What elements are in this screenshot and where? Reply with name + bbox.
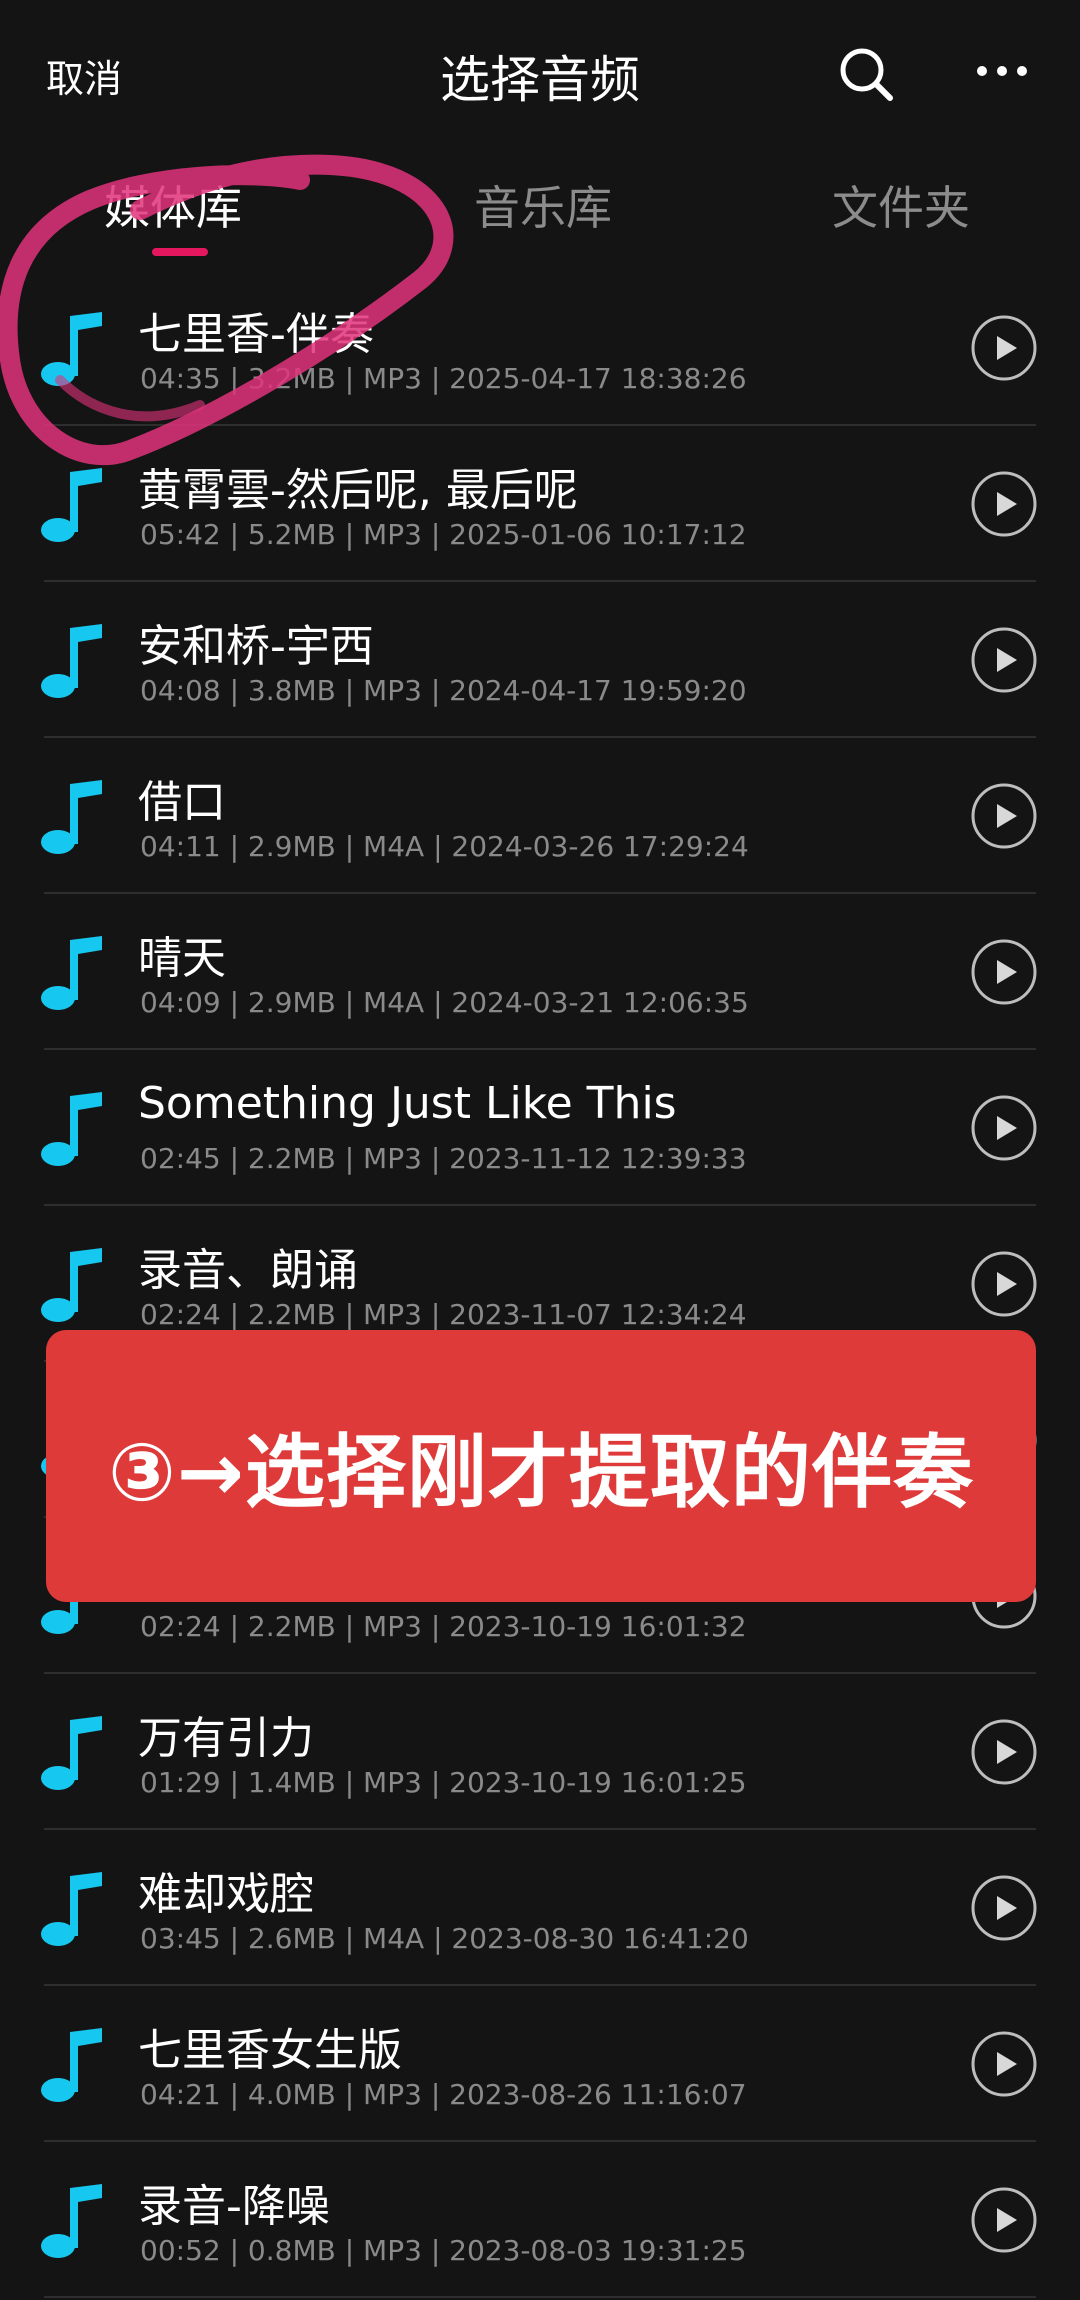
play-button[interactable]	[970, 2186, 1038, 2254]
active-tab-indicator	[152, 248, 208, 256]
play-icon	[971, 783, 1037, 849]
music-note-icon	[40, 2028, 106, 2106]
song-row[interactable]: 录音-降噪 00:52 | 0.8MB | MP3 | 2023-08-03 19…	[0, 2142, 1080, 2298]
music-note-icon	[40, 468, 106, 546]
music-note-icon	[40, 780, 106, 858]
music-note-icon	[40, 2184, 106, 2262]
song-meta: 00:52 | 0.8MB | MP3 | 2023-08-03 19:31:2…	[140, 2234, 747, 2267]
song-meta: 02:24 | 2.2MB | MP3 | 2023-10-19 16:01:3…	[140, 1610, 747, 1643]
play-button[interactable]	[970, 938, 1038, 1006]
play-button[interactable]	[970, 1718, 1038, 1786]
song-title: 难却戏腔	[138, 1869, 314, 1920]
song-title: 万有引力	[138, 1713, 314, 1764]
song-row[interactable]: 晴天 04:09 | 2.9MB | M4A | 2024-03-21 12:06…	[0, 894, 1080, 1050]
play-icon	[971, 627, 1037, 693]
search-icon	[840, 48, 893, 101]
music-note-icon	[40, 1092, 106, 1170]
tab-folder[interactable]: 文件夹	[832, 172, 970, 238]
play-button[interactable]	[970, 2030, 1038, 2098]
song-meta: 02:45 | 2.2MB | MP3 | 2023-11-12 12:39:3…	[140, 1142, 747, 1175]
page-title: 选择音频	[440, 51, 640, 109]
play-icon	[971, 1719, 1037, 1785]
song-row[interactable]: 万有引力 01:29 | 1.4MB | MP3 | 2023-10-19 16:…	[0, 1674, 1080, 1830]
song-meta: 02:24 | 2.2MB | MP3 | 2023-11-07 12:34:2…	[140, 1298, 747, 1331]
song-title: 七里香-伴奏	[138, 309, 374, 360]
song-row[interactable]: 七里香女生版 04:21 | 4.0MB | MP3 | 2023-08-26 1…	[0, 1986, 1080, 2142]
tab-music-library[interactable]: 音乐库	[474, 172, 612, 238]
play-icon	[971, 1251, 1037, 1317]
play-icon	[971, 315, 1037, 381]
music-note-icon	[40, 312, 106, 390]
tab-media-library[interactable]: 媒体库	[104, 172, 242, 238]
music-note-icon	[40, 624, 106, 702]
play-button[interactable]	[970, 1094, 1038, 1162]
song-meta: 05:42 | 5.2MB | MP3 | 2025-01-06 10:17:1…	[140, 518, 747, 551]
top-bar: 取消 选择音频	[0, 0, 1080, 150]
play-button[interactable]	[970, 626, 1038, 694]
song-meta: 04:35 | 3.2MB | MP3 | 2025-04-17 18:38:2…	[140, 362, 747, 395]
song-row[interactable]: 七里香-伴奏 04:35 | 3.2MB | MP3 | 2025-04-17 1…	[0, 270, 1080, 426]
music-note-icon	[40, 1716, 106, 1794]
song-meta: 04:21 | 4.0MB | MP3 | 2023-08-26 11:16:0…	[140, 2078, 747, 2111]
play-button[interactable]	[970, 782, 1038, 850]
song-meta: 04:11 | 2.9MB | M4A | 2024-03-26 17:29:2…	[140, 830, 749, 863]
song-title: 借口	[138, 777, 226, 828]
more-horizontal-icon	[977, 66, 1027, 76]
song-meta: 04:08 | 3.8MB | MP3 | 2024-04-17 19:59:2…	[140, 674, 747, 707]
song-meta: 03:45 | 2.6MB | M4A | 2023-08-30 16:41:2…	[140, 1922, 749, 1955]
song-title: 黄霄雲-然后呢, 最后呢	[138, 465, 578, 516]
more-button[interactable]	[974, 56, 1034, 86]
play-icon	[971, 2031, 1037, 2097]
play-button[interactable]	[970, 314, 1038, 382]
play-button[interactable]	[970, 1874, 1038, 1942]
song-row[interactable]: 难却戏腔 03:45 | 2.6MB | M4A | 2023-08-30 16:…	[0, 1830, 1080, 1986]
music-note-icon	[40, 936, 106, 1014]
song-row[interactable]: 安和桥-宇西 04:08 | 3.8MB | MP3 | 2024-04-17 1…	[0, 582, 1080, 738]
play-icon	[971, 1875, 1037, 1941]
row-divider	[44, 2296, 1036, 2298]
play-icon	[971, 471, 1037, 537]
song-list: 七里香-伴奏 04:35 | 3.2MB | MP3 | 2025-04-17 1…	[0, 270, 1080, 2298]
instruction-text: ③→选择刚才提取的伴奏	[108, 1426, 974, 1519]
play-icon	[971, 939, 1037, 1005]
song-title: 录音-降噪	[138, 2181, 330, 2232]
song-row[interactable]: 黄霄雲-然后呢, 最后呢 05:42 | 5.2MB | MP3 | 2025-0…	[0, 426, 1080, 582]
search-button[interactable]	[836, 44, 896, 104]
cancel-button[interactable]: 取消	[46, 48, 122, 103]
song-title: 安和桥-宇西	[138, 621, 374, 672]
music-note-icon	[40, 1248, 106, 1326]
play-icon	[971, 1095, 1037, 1161]
instruction-banner: ③→选择刚才提取的伴奏	[46, 1330, 1036, 1602]
song-title: 晴天	[138, 933, 226, 984]
play-icon	[971, 2187, 1037, 2253]
song-title: Something Just Like This	[138, 1078, 677, 1129]
song-meta: 01:29 | 1.4MB | MP3 | 2023-10-19 16:01:2…	[140, 1766, 747, 1799]
tab-bar: 媒体库 音乐库 文件夹	[0, 160, 1080, 270]
song-meta: 04:09 | 2.9MB | M4A | 2024-03-21 12:06:3…	[140, 986, 749, 1019]
song-row[interactable]: 借口 04:11 | 2.9MB | M4A | 2024-03-26 17:29…	[0, 738, 1080, 894]
song-title: 录音、朗诵	[138, 1245, 358, 1296]
song-row[interactable]: Something Just Like This 02:45 | 2.2MB | …	[0, 1050, 1080, 1206]
play-button[interactable]	[970, 1250, 1038, 1318]
music-note-icon	[40, 1872, 106, 1950]
song-title: 七里香女生版	[138, 2025, 402, 2076]
play-button[interactable]	[970, 470, 1038, 538]
